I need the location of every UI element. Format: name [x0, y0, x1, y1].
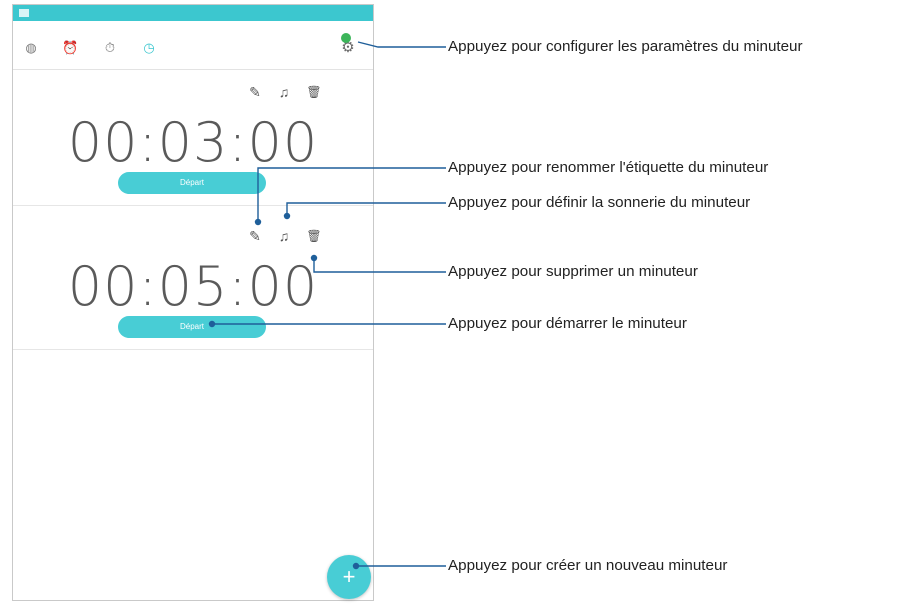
callout-start: Appuyez pour démarrer le minuteur	[448, 315, 687, 332]
callout-add: Appuyez pour créer un nouveau minuteur	[448, 557, 728, 574]
callout-line-delete	[313, 258, 446, 273]
callout-rename: Appuyez pour renommer l'étiquette du min…	[448, 159, 769, 176]
callout-delete: Appuyez pour supprimer un minuteur	[448, 263, 698, 280]
callout-lines	[208, 41, 446, 570]
callout-settings: Appuyez pour configurer les paramètres d…	[448, 38, 803, 55]
callout-ringtone: Appuyez pour définir la sonnerie du minu…	[448, 194, 751, 211]
callout-line-settings	[357, 41, 446, 48]
callout-line-ringtone	[286, 202, 446, 216]
